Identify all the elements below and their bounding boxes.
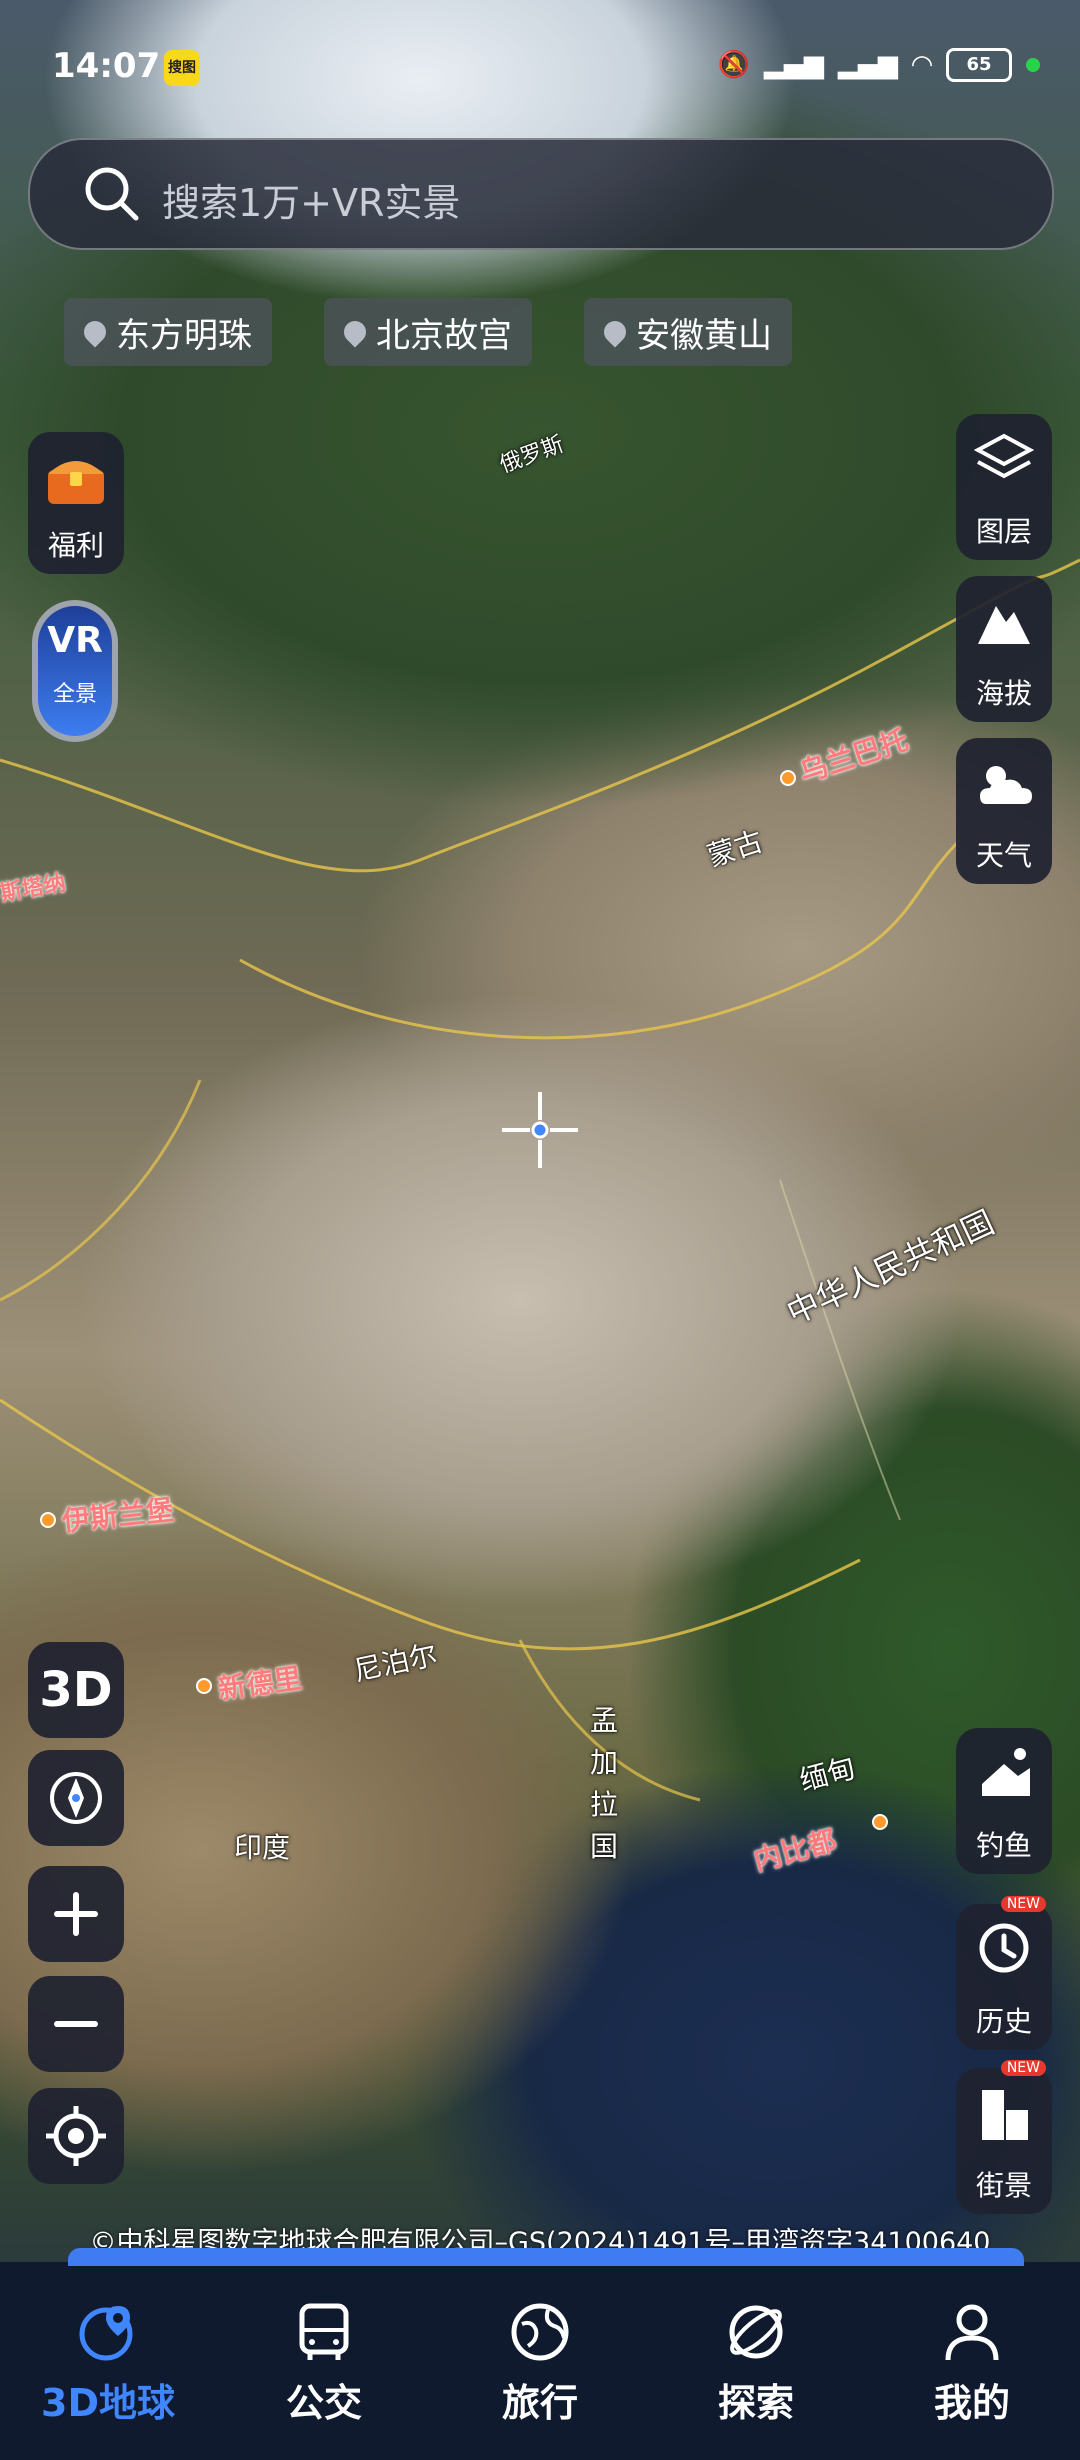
3d-label: 3D bbox=[39, 1662, 113, 1718]
fishing-icon bbox=[982, 1748, 1030, 1796]
satellite-map[interactable]: 俄罗斯 乌兰巴托 蒙古 斯塔纳 中华人民共和国 伊斯兰堡 新德里 尼泊尔 孟加拉… bbox=[0, 0, 1080, 2460]
layers-button[interactable]: 图层 bbox=[956, 414, 1052, 560]
street-view-button[interactable]: NEW 街景 bbox=[956, 2060, 1052, 2214]
status-dot bbox=[1026, 58, 1040, 72]
street-view-label: 街景 bbox=[975, 2169, 1032, 2202]
altitude-button[interactable]: 海拔 bbox=[956, 576, 1052, 722]
user-icon bbox=[945, 2304, 999, 2361]
search-icon bbox=[85, 167, 139, 221]
tab-label: 3D地球 bbox=[41, 2381, 175, 2425]
fishing-button[interactable]: 钓鱼 bbox=[956, 1728, 1052, 1874]
location-pin-icon bbox=[339, 316, 371, 348]
locate-button[interactable] bbox=[28, 2088, 124, 2184]
bus-icon bbox=[299, 2303, 349, 2360]
vr-label: VR bbox=[47, 620, 103, 661]
earth-icon bbox=[511, 2303, 569, 2361]
planet-icon bbox=[729, 2305, 783, 2359]
layers-icon bbox=[974, 433, 1034, 479]
history-button[interactable]: NEW 历史 bbox=[956, 1896, 1052, 2050]
new-badge: NEW bbox=[1000, 2060, 1046, 2076]
weather-button[interactable]: 天气 bbox=[956, 738, 1052, 884]
map-label-india: 印度 bbox=[234, 1831, 291, 1864]
chip-forbidden-city[interactable]: 北京故宫 bbox=[324, 298, 532, 366]
weather-icon bbox=[980, 766, 1032, 804]
panorama-label: 全景 bbox=[52, 682, 97, 707]
tab-label: 探索 bbox=[717, 2381, 794, 2425]
chip-label: 北京故宫 bbox=[376, 315, 512, 356]
3d-mode-button[interactable]: 3D bbox=[28, 1642, 124, 1738]
city-marker bbox=[40, 1512, 56, 1528]
location-pin-icon bbox=[599, 316, 631, 348]
app-badge-icon: 搜图 bbox=[164, 50, 200, 86]
bottom-navigation: 3D地球 公交 旅行 探索 我的 bbox=[0, 2248, 1080, 2460]
city-marker bbox=[780, 770, 796, 786]
battery-icon: 65 bbox=[946, 48, 1012, 82]
building-icon bbox=[982, 2090, 1028, 2140]
globe-pin-icon bbox=[79, 2306, 133, 2361]
status-bar: 14:07 搜图 🔕 ▂▄▆ ▂▄▆ ◠ 65 bbox=[52, 38, 1040, 98]
layers-label: 图层 bbox=[975, 515, 1032, 548]
signal-icon: ▂▄▆ bbox=[764, 50, 824, 80]
weather-label: 天气 bbox=[975, 839, 1032, 872]
wifi-icon: ◠ bbox=[912, 50, 932, 80]
welfare-label: 福利 bbox=[47, 529, 104, 562]
zoom-in-button[interactable] bbox=[28, 1866, 124, 1962]
tab-label: 旅行 bbox=[501, 2381, 578, 2425]
map-label-bangladesh: 孟加拉国 bbox=[590, 1704, 619, 1863]
tab-label: 公交 bbox=[285, 2381, 362, 2425]
treasure-chest-icon bbox=[48, 461, 104, 504]
tab-bus[interactable]: 公交 bbox=[216, 2292, 432, 2427]
mountain-icon bbox=[978, 606, 1030, 644]
zoom-out-button[interactable] bbox=[28, 1976, 124, 2072]
chip-label: 安徽黄山 bbox=[636, 315, 772, 356]
location-pin-icon bbox=[79, 316, 111, 348]
tab-label: 我的 bbox=[933, 2381, 1010, 2425]
chip-huangshan[interactable]: 安徽黄山 bbox=[584, 298, 792, 366]
minus-icon bbox=[54, 2021, 98, 2027]
tab-travel[interactable]: 旅行 bbox=[432, 2292, 648, 2427]
tab-3d-earth[interactable]: 3D地球 bbox=[0, 2292, 216, 2427]
compass-icon bbox=[50, 1772, 102, 1824]
city-marker bbox=[872, 1814, 888, 1830]
signal-icon-2: ▂▄▆ bbox=[838, 50, 898, 80]
history-icon bbox=[979, 1923, 1029, 1973]
fishing-label: 钓鱼 bbox=[975, 1829, 1032, 1862]
new-badge: NEW bbox=[1000, 1896, 1046, 1912]
status-time: 14:07 bbox=[52, 46, 161, 86]
history-label: 历史 bbox=[975, 2005, 1032, 2038]
tab-mine[interactable]: 我的 bbox=[864, 2292, 1080, 2427]
search-bar[interactable]: 搜索1万+VR实景 bbox=[28, 138, 1054, 250]
chip-label: 东方明珠 bbox=[116, 315, 252, 356]
mute-icon: 🔕 bbox=[717, 50, 750, 80]
crosshair-icon bbox=[502, 1092, 578, 1168]
plus-icon bbox=[54, 1892, 98, 1936]
city-marker bbox=[196, 1678, 212, 1694]
welfare-button[interactable]: 福利 bbox=[28, 432, 124, 574]
altitude-label: 海拔 bbox=[975, 677, 1032, 710]
vr-panorama-button[interactable]: VR 全景 bbox=[32, 600, 118, 742]
locate-icon bbox=[46, 2106, 106, 2166]
compass-button[interactable] bbox=[28, 1750, 124, 1846]
tab-explore[interactable]: 探索 bbox=[648, 2292, 864, 2427]
search-placeholder: 搜索1万+VR实景 bbox=[162, 181, 461, 225]
chip-oriental-pearl[interactable]: 东方明珠 bbox=[64, 298, 272, 366]
